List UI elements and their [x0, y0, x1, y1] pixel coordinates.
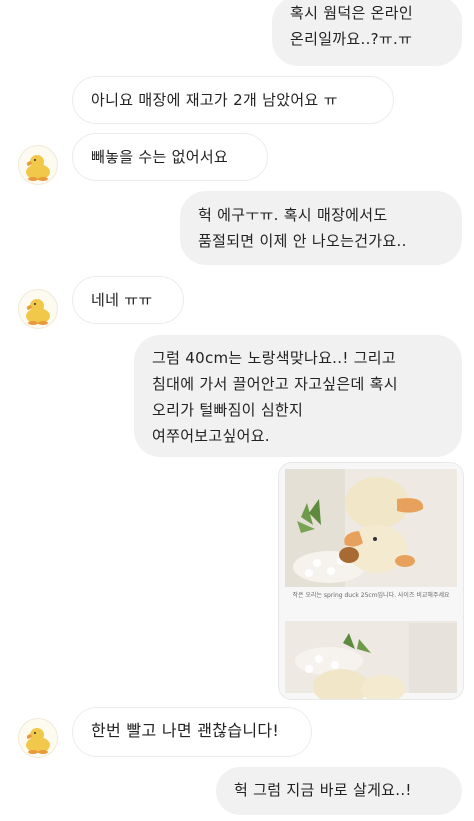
- duck-avatar-icon: [26, 728, 50, 754]
- sent-message: 혹시 웜덕은 온라인 온리일까요..?ㅠ.ㅠ: [272, 0, 462, 66]
- sent-message: 헉 그럼 지금 바로 살게요..!: [216, 767, 462, 815]
- shop-avatar[interactable]: [18, 145, 58, 185]
- photo-caption: 작은 오리는 spring duck 25cm입니다. 사이즈 비교해주세요: [292, 592, 450, 599]
- received-message: 한번 빨고 나면 괜찮습니다!: [72, 707, 312, 757]
- received-message: 네네 ㅠㅠ: [72, 276, 184, 324]
- received-message: 아니요 매장에 재고가 2개 남았어요 ㅠ: [72, 76, 394, 124]
- shop-avatar[interactable]: [18, 289, 58, 329]
- duck-avatar-icon: [26, 155, 50, 181]
- plush-photo-image: [285, 469, 457, 699]
- photo-message[interactable]: 작은 오리는 spring duck 25cm입니다. 사이즈 비교해주세요: [278, 462, 464, 700]
- sent-message: 그럼 40cm는 노랑색맞나요..! 그리고 침대에 가서 끌어안고 자고싶은데…: [134, 335, 462, 457]
- sent-message: 헉 에구ㅜㅠ. 혹시 매장에서도 품절되면 이제 안 나오는건가요..: [180, 191, 462, 265]
- shop-avatar[interactable]: [18, 718, 58, 758]
- duck-avatar-icon: [26, 299, 50, 325]
- received-message: 빼놓을 수는 없어서요: [72, 133, 268, 181]
